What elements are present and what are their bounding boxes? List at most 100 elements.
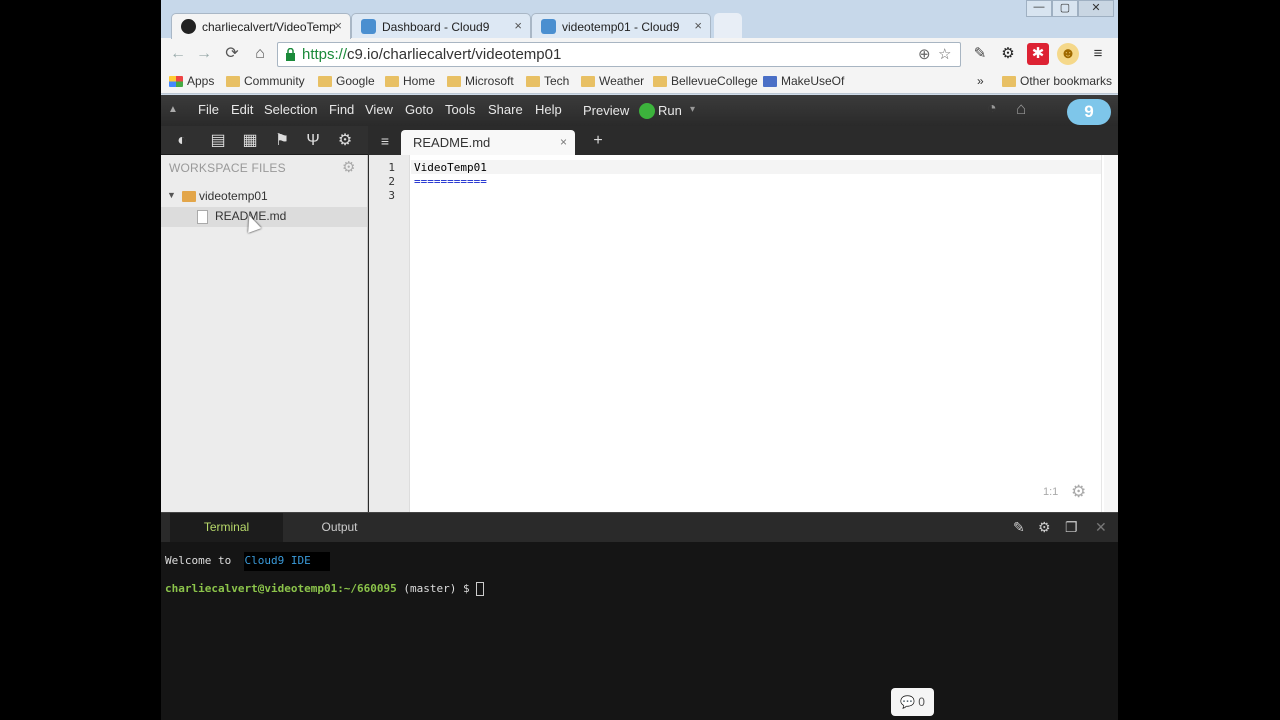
tab-title: charliecalvert/VideoTemp [202,20,336,34]
menu-find[interactable]: Find [329,102,354,117]
home-button[interactable]: ⌂ [249,44,271,64]
tab-terminal[interactable]: Terminal [170,513,283,542]
bookmark-label: Home [403,74,436,88]
lock-icon [286,48,295,61]
menu-share[interactable]: Share [488,102,523,117]
menu-file[interactable]: File [198,102,219,117]
terminal-prompt-line[interactable]: charliecalvert@videotemp01:~/660095 (mas… [165,582,485,596]
tab-videotemp[interactable]: videotemp01 - Cloud9 × [531,13,711,39]
address-bar[interactable]: https://c9.io/charliecalvert/videotemp01… [277,42,961,67]
settings-extension-icon[interactable]: ⚙ [997,43,1019,65]
tab-close-icon[interactable]: × [694,18,702,33]
menu-view[interactable]: View [365,102,393,117]
close-icon[interactable]: × [560,135,567,149]
url-scheme: https:// [302,46,348,63]
file-tree-icon[interactable]: ▤ [207,130,229,152]
chat-button[interactable]: 💬 0 [891,688,934,716]
tab-github[interactable]: charliecalvert/VideoTemp × [171,13,351,39]
menu-edit[interactable]: Edit [231,102,253,117]
menu-selection[interactable]: Selection [264,102,317,117]
run-icon[interactable] [639,103,655,119]
folder-icon [581,76,595,87]
sidebar-toolbar: ◐ ▤ ▦ ⚑ Ψ ⚙ [161,126,368,155]
run-button[interactable]: Run [658,103,682,118]
tab-menu-icon[interactable]: ≡ [370,130,400,152]
pen-extension-icon[interactable]: ✎ [969,43,991,65]
maximize-button[interactable]: ▢ [1052,0,1078,17]
cloud9-logo[interactable]: 9 [1067,99,1111,125]
bookmark-label: Tech [544,74,570,88]
new-editor-tab-button[interactable]: + [583,130,613,152]
editor-scrollbar[interactable] [1104,155,1118,512]
bookmark-community[interactable]: Community [226,74,305,88]
chevron-down-icon[interactable]: ▼ [167,190,176,200]
bookmark-label: Weather [599,74,645,88]
line-number: 3 [388,189,395,202]
menu-goto[interactable]: Goto [405,102,433,117]
bookmark-weather[interactable]: Weather [581,74,644,88]
preview-button[interactable]: Preview [583,103,629,118]
maximize-console-icon[interactable]: ❐ [1065,519,1078,536]
tab-dashboard[interactable]: Dashboard - Cloud9 × [351,13,531,39]
bookmark-microsoft[interactable]: Microsoft [447,74,514,88]
folder-icon [182,191,196,202]
tree-file-readme[interactable]: README.md [161,207,367,227]
bookmark-home[interactable]: Home [385,74,435,88]
close-window-button[interactable]: ✕ [1078,0,1114,17]
menu-icon[interactable]: ≡ [1087,43,1109,65]
bookmark-label: Apps [187,74,215,88]
tree-folder-label: videotemp01 [199,189,268,203]
speed-icon[interactable]: ◔ [987,100,997,118]
tab-close-icon[interactable]: × [514,18,522,33]
c9-toggle-icon[interactable]: ◐ [169,130,195,152]
bookmark-bellevuecollege[interactable]: BellevueCollege [653,74,758,88]
bookmark-makeuseof[interactable]: MakeUseOf [763,74,844,88]
menu-tools[interactable]: Tools [445,102,475,117]
folder-icon [226,76,240,87]
avatar-extension-icon[interactable]: ☻ [1057,43,1079,65]
console-gear-icon[interactable]: ⚙ [1038,519,1051,536]
line-number: 2 [388,175,395,188]
lastpass-icon[interactable]: ✱ [1027,43,1049,65]
bookmark-google[interactable]: Google [318,74,375,88]
tab-output[interactable]: Output [283,513,396,542]
ide-menubar: ▲ File Edit Selection Find View Goto Too… [161,95,1118,126]
star-icon[interactable]: ☆ [938,45,951,63]
github-icon [181,19,196,34]
outline-icon[interactable]: Ψ [302,130,324,152]
forward-button[interactable]: → [193,44,215,64]
code-editor[interactable]: 1 2 3 VideoTemp01 =========== 1:1 ⚙ [369,155,1118,512]
tab-readme[interactable]: README.md × [401,130,575,156]
clear-brush-icon[interactable]: ✎ [1013,519,1025,536]
folder-icon [385,76,399,87]
menu-help[interactable]: Help [535,102,562,117]
editor-settings-gear-icon[interactable]: ⚙ [1071,482,1086,502]
bookmark-label: Community [244,74,305,88]
active-line-highlight [411,160,1101,174]
bookmark-apps[interactable]: Apps [169,74,214,88]
dashboard-home-icon[interactable]: ⌂ [1016,99,1026,119]
close-console-icon[interactable]: ✕ [1095,519,1107,536]
bookmark-other[interactable]: Other bookmarks [1002,74,1112,88]
sidebar-gear-icon[interactable]: ⚙ [342,158,355,176]
new-tab-button[interactable] [714,13,742,39]
folder-icon [526,76,540,87]
tab-strip: charliecalvert/VideoTemp × Dashboard - C… [161,0,1118,39]
tab-close-icon[interactable]: × [334,18,342,33]
tab-label: README.md [413,135,491,150]
bookmarks-overflow-button[interactable]: » [977,74,984,88]
preferences-gear-icon[interactable]: ⚙ [334,130,356,152]
browser-toolbar: ← → ⟳ ⌂ https://c9.io/charliecalvert/vid… [161,38,1118,70]
bookmark-label: MakeUseOf [781,74,845,88]
bookmark-tech[interactable]: Tech [526,74,569,88]
navigate-icon[interactable]: ▦ [239,130,261,152]
back-button[interactable]: ← [167,44,189,64]
zoom-icon[interactable]: ⊕ [918,45,931,63]
run-dropdown-caret[interactable]: ▾ [690,104,695,115]
minimize-button[interactable]: — [1026,0,1052,17]
reload-button[interactable]: ⟳ [221,44,243,64]
debugger-icon[interactable]: ⚑ [271,130,293,152]
file-icon [197,210,208,224]
collapse-caret-icon[interactable]: ▲ [168,104,178,115]
tree-folder-videotemp01[interactable]: ▼ videotemp01 [161,186,367,206]
